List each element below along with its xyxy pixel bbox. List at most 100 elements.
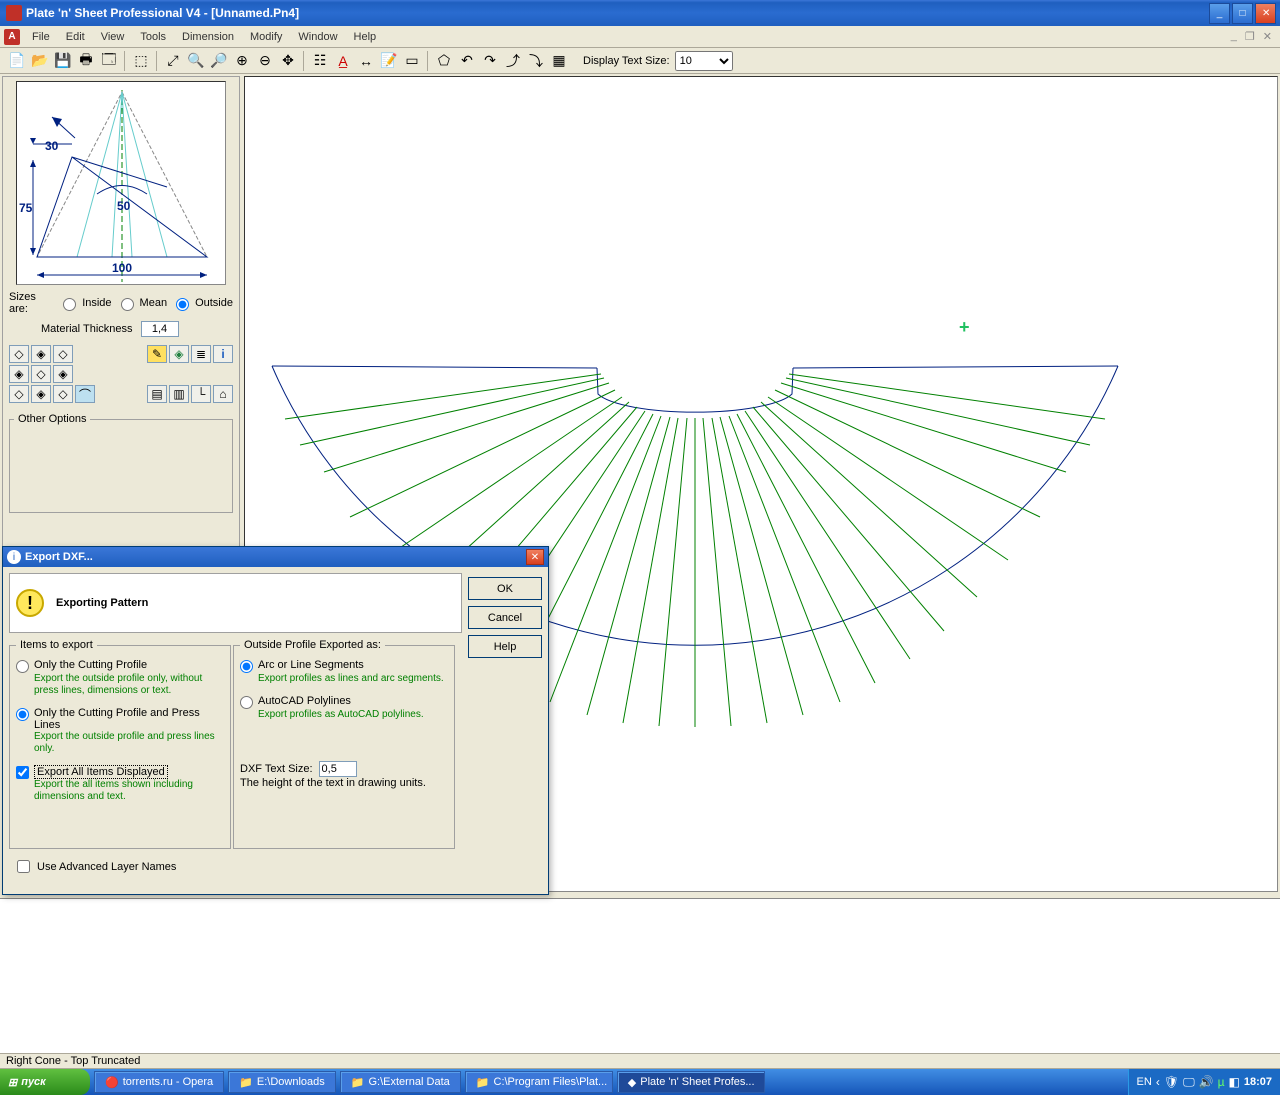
system-tray[interactable]: EN ‹ 🛡 🖵 🔊 µ ◧ 18:07 xyxy=(1128,1069,1280,1095)
other-options-group: Other Options xyxy=(9,413,233,513)
zoom-in-button[interactable]: ⊕ xyxy=(231,50,253,72)
app-icon xyxy=(6,5,22,21)
notes-button[interactable]: 📝 xyxy=(378,50,400,72)
main-toolbar: 📄 📂 💾 🖶 🗔 ⬚ ⤢ 🔍 🔎 ⊕ ⊖ ✥ ☷ A̲ ↔ 📝 ▭ ⬠ ↶ ↷… xyxy=(0,48,1280,74)
view-button-5[interactable]: ◇ xyxy=(31,365,51,383)
tray-shield-icon[interactable]: 🛡 xyxy=(1164,1075,1179,1089)
zoom-fit-button[interactable]: ⤢ xyxy=(162,50,184,72)
taskbar-item-app[interactable]: ◆ Plate 'n' Sheet Profes... xyxy=(617,1071,765,1093)
rotate-right-button[interactable]: ↷ xyxy=(479,50,501,72)
frame-button[interactable]: ▭ xyxy=(401,50,423,72)
cancel-button[interactable]: Cancel xyxy=(468,606,542,629)
view-button-8[interactable]: ◈ xyxy=(31,385,51,403)
open-button[interactable]: 📂 xyxy=(29,50,51,72)
text-size-label: Display Text Size: xyxy=(583,55,670,67)
window-title: Plate 'n' Sheet Professional V4 - [Unnam… xyxy=(26,6,1209,20)
new-button[interactable]: 📄 xyxy=(6,50,28,72)
taskbar-item-downloads[interactable]: 📁 E:\Downloads xyxy=(228,1071,336,1093)
dialog-close-button[interactable]: ✕ xyxy=(526,549,544,565)
zoom-window-button[interactable]: 🔍 xyxy=(185,50,207,72)
export-dxf-dialog: i Export DXF... ✕ ! Exporting Pattern It… xyxy=(2,546,549,895)
dimension-button[interactable]: ↔ xyxy=(355,50,377,72)
tray-utorrent-icon[interactable]: µ xyxy=(1218,1075,1225,1089)
view-button-1[interactable]: ◇ xyxy=(9,345,29,363)
text-size-select[interactable]: 10 xyxy=(675,51,733,71)
lang-indicator[interactable]: EN xyxy=(1137,1076,1152,1088)
radio-outside[interactable] xyxy=(176,298,189,311)
tray-chevron-icon[interactable]: ‹ xyxy=(1156,1075,1160,1089)
menu-edit[interactable]: Edit xyxy=(58,29,93,45)
rotate-left-button[interactable]: ↶ xyxy=(456,50,478,72)
menu-help[interactable]: Help xyxy=(346,29,385,45)
text-button[interactable]: A̲ xyxy=(332,50,354,72)
menu-dimension[interactable]: Dimension xyxy=(174,29,242,45)
view-button-9[interactable]: ◇ xyxy=(53,385,73,403)
radio-arc-segments[interactable] xyxy=(240,660,253,673)
mdi-restore-icon[interactable]: ❐ xyxy=(1241,30,1259,43)
dxf-text-input[interactable] xyxy=(319,761,357,777)
tray-network-icon[interactable]: 🖵 xyxy=(1183,1075,1195,1090)
view-button-6[interactable]: ◈ xyxy=(53,365,73,383)
measure-button[interactable]: ✎ xyxy=(147,345,167,363)
thickness-label: Material Thickness xyxy=(41,323,133,335)
tool-a-button[interactable]: ⬠ xyxy=(433,50,455,72)
radio-profile-press-lines[interactable] xyxy=(16,708,29,721)
maximize-button[interactable]: □ xyxy=(1232,3,1253,24)
svg-text:50: 50 xyxy=(117,199,131,213)
grid-button[interactable]: ▦ xyxy=(548,50,570,72)
zoom-previous-button[interactable]: 🔎 xyxy=(208,50,230,72)
check-export-all[interactable] xyxy=(16,766,29,779)
check-advanced-layers[interactable] xyxy=(17,860,30,873)
view-button-2[interactable]: ◈ xyxy=(31,345,51,363)
dialog-header: Exporting Pattern xyxy=(56,597,148,609)
menu-tools[interactable]: Tools xyxy=(132,29,174,45)
tray-volume-icon[interactable]: 🔊 xyxy=(1199,1075,1214,1089)
sizes-are-label: Sizes are: xyxy=(9,291,54,315)
child-app-icon: A xyxy=(4,29,20,45)
radio-cutting-profile[interactable] xyxy=(16,660,29,673)
taskbar-item-external[interactable]: 📁 G:\External Data xyxy=(340,1071,461,1093)
minimize-button[interactable]: _ xyxy=(1209,3,1230,24)
ok-button[interactable]: OK xyxy=(468,577,542,600)
axis-button[interactable]: └ xyxy=(191,385,211,403)
mdi-minimize-icon[interactable]: _ xyxy=(1227,30,1241,43)
layers-button[interactable]: ☷ xyxy=(309,50,331,72)
taskbar: ⊞пуск 🔴 torrents.ru - Opera 📁 E:\Downloa… xyxy=(0,1069,1280,1095)
view-button-4[interactable]: ◈ xyxy=(9,365,29,383)
tray-app-icon[interactable]: ◧ xyxy=(1229,1075,1240,1089)
taskbar-item-programfiles[interactable]: 📁 C:\Program Files\Plat... xyxy=(465,1071,613,1093)
print-preview-button[interactable]: 🗔 xyxy=(98,50,120,72)
pattern-button[interactable]: ⌒ xyxy=(75,385,95,403)
iso-button[interactable]: ◈ xyxy=(169,345,189,363)
mdi-close-icon[interactable]: ✕ xyxy=(1259,30,1276,43)
zoom-out-button[interactable]: ⊖ xyxy=(254,50,276,72)
menu-view[interactable]: View xyxy=(93,29,133,45)
info-button[interactable]: i xyxy=(213,345,233,363)
template-button[interactable]: ⬚ xyxy=(130,50,152,72)
radio-inside[interactable] xyxy=(63,298,76,311)
view-button-7[interactable]: ◇ xyxy=(9,385,29,403)
taskbar-clock[interactable]: 18:07 xyxy=(1244,1076,1272,1088)
view-button-3[interactable]: ◇ xyxy=(53,345,73,363)
rotate-down-button[interactable]: ⤵ xyxy=(525,50,547,72)
taskbar-item-opera[interactable]: 🔴 torrents.ru - Opera xyxy=(94,1071,224,1093)
start-button[interactable]: ⊞пуск xyxy=(0,1069,90,1095)
menu-window[interactable]: Window xyxy=(290,29,345,45)
thickness-input[interactable] xyxy=(141,321,179,337)
print-button[interactable]: 🖶 xyxy=(75,50,97,72)
warning-icon: ! xyxy=(16,589,44,617)
menu-file[interactable]: File xyxy=(24,29,58,45)
radio-mean[interactable] xyxy=(121,298,134,311)
properties-button[interactable]: ▥ xyxy=(169,385,189,403)
help-button[interactable]: Help xyxy=(468,635,542,658)
radio-polylines[interactable] xyxy=(240,696,253,709)
window-titlebar: Plate 'n' Sheet Professional V4 - [Unnam… xyxy=(0,0,1280,26)
rotate-up-button[interactable]: ⤴ xyxy=(502,50,524,72)
list-button[interactable]: ≣ xyxy=(191,345,211,363)
report-button[interactable]: ▤ xyxy=(147,385,167,403)
save-button[interactable]: 💾 xyxy=(52,50,74,72)
menu-modify[interactable]: Modify xyxy=(242,29,290,45)
pan-button[interactable]: ✥ xyxy=(277,50,299,72)
close-button[interactable]: ✕ xyxy=(1255,3,1276,24)
curve-button[interactable]: ⌂ xyxy=(213,385,233,403)
